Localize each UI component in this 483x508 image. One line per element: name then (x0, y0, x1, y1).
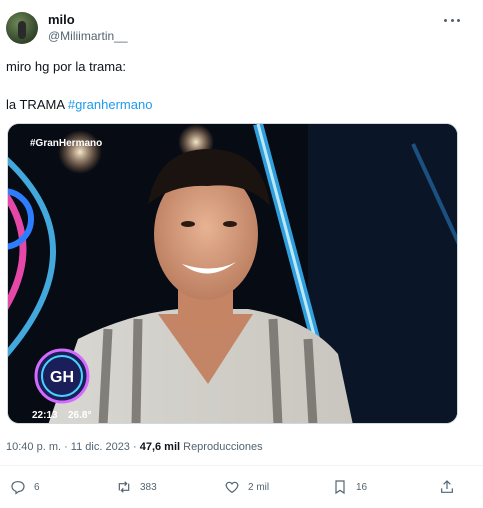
tweet: milo @Miliimartin__ miro hg por la trama… (0, 0, 483, 508)
tweet-meta: 10:40 p. m. · 11 dic. 2023 · 47,6 mil Re… (6, 440, 263, 454)
overlay-clock: 22:13 (32, 410, 58, 421)
reply-count: 6 (34, 481, 40, 493)
tweet-text: la TRAMA (6, 97, 68, 112)
like-button[interactable]: 2 mil (224, 476, 269, 498)
reply-button[interactable]: 6 (10, 476, 40, 498)
hashtag-link[interactable]: #granhermano (68, 97, 153, 112)
overlay-temperature: 26.8° (68, 410, 91, 421)
bookmark-icon (335, 480, 345, 495)
action-bar: 6 383 2 mil 16 (0, 476, 483, 498)
like-count: 2 mil (248, 481, 270, 493)
tweet-text-line1: miro hg por la trama: (6, 59, 126, 74)
divider (0, 465, 483, 466)
logo-text: GH (50, 369, 74, 386)
repost-button[interactable]: 383 (116, 476, 157, 498)
gh-logo: GH (34, 348, 90, 404)
user-handle[interactable]: @Miliimartin__ (48, 28, 128, 44)
bookmark-count: 16 (356, 481, 368, 493)
display-name[interactable]: milo (48, 12, 128, 28)
avatar[interactable] (6, 12, 38, 44)
like-icon (225, 481, 239, 494)
media-image: #GranHermano GH 22:13 26.8° (8, 124, 457, 423)
repost-count: 383 (140, 481, 157, 493)
more-icon[interactable] (444, 12, 460, 28)
views-count: 47,6 mil (139, 441, 181, 453)
author-block: milo @Miliimartin__ (48, 12, 128, 44)
views-label: Reproducciones (180, 441, 263, 453)
timestamp[interactable]: 10:40 p. m. · 11 dic. 2023 · (6, 441, 140, 453)
repost-icon (118, 481, 130, 493)
reply-icon (11, 481, 25, 495)
tweet-media[interactable]: #GranHermano GH 22:13 26.8° (7, 123, 458, 424)
share-icon (441, 480, 453, 493)
bookmark-button[interactable]: 16 (332, 476, 367, 498)
share-button[interactable] (439, 476, 455, 498)
overlay-tag: #GranHermano (30, 138, 102, 149)
tweet-text-line2: la TRAMA #granhermano (6, 96, 152, 114)
